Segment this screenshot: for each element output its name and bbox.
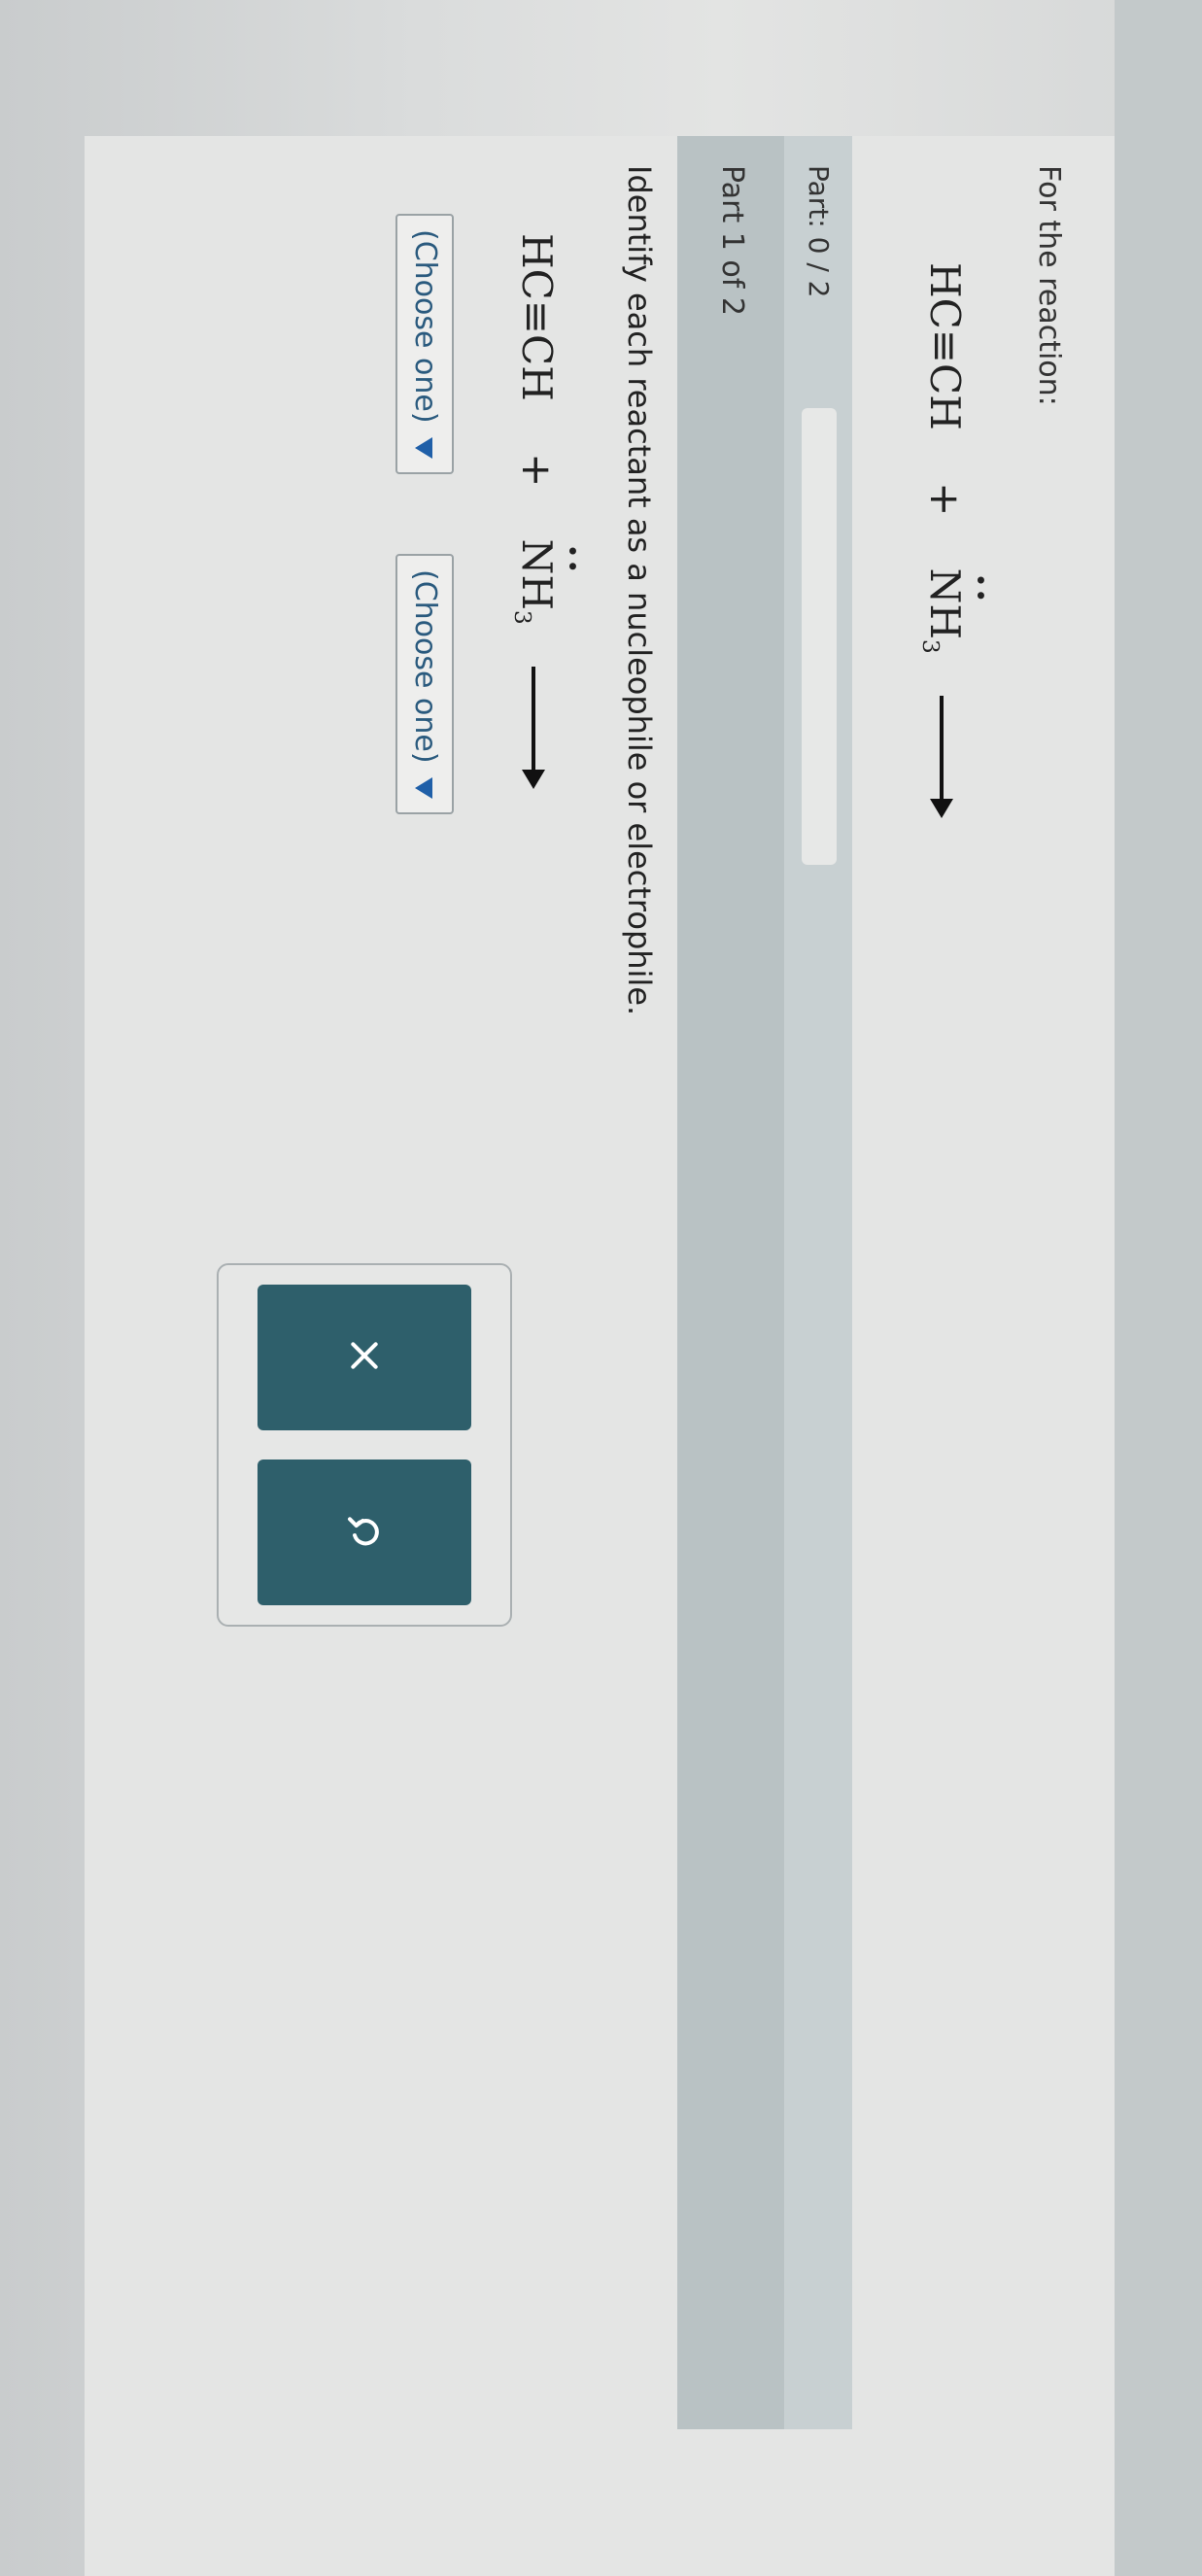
reaction-arrow (532, 667, 535, 784)
answer-actions (217, 1263, 512, 1627)
clear-button[interactable] (258, 1285, 471, 1430)
dropdown-value: (Choose one) (408, 569, 442, 764)
question-title: For the reaction: (1032, 165, 1066, 406)
x-icon (345, 1336, 384, 1379)
question-card: For the reaction: HC≡CH + •• NH3 Part: 0… (85, 136, 1115, 2576)
reactant2-role-dropdown[interactable]: (Choose one) (395, 554, 454, 814)
reactant-ammonia: •• NH3 (508, 538, 584, 625)
caret-down-icon (415, 436, 433, 459)
plus-sign: + (513, 453, 561, 488)
rotated-page: For the reaction: HC≡CH + •• NH3 Part: 0… (0, 0, 1202, 2576)
undo-icon (345, 1511, 384, 1554)
plus-sign: + (921, 482, 969, 517)
reactant1-role-dropdown[interactable]: (Choose one) (395, 214, 454, 474)
reactant-acetylene: HC≡CH (921, 262, 969, 430)
reactant-acetylene: HC≡CH (513, 233, 561, 401)
reaction-equation: HC≡CH + •• NH3 (916, 262, 992, 813)
part-reaction-equation: HC≡CH + •• NH3 (508, 233, 584, 784)
progress-label: Part: 0 / 2 (803, 165, 835, 298)
dropdown-value: (Choose one) (408, 229, 442, 424)
part-header: Part 1 of 2 (677, 136, 784, 2429)
part-title: Part 1 of 2 (715, 165, 749, 316)
lone-pair-dots: •• (969, 573, 992, 605)
reactant-ammonia: •• NH3 (916, 567, 992, 654)
progress-strip: Part: 0 / 2 (784, 136, 852, 2429)
reaction-arrow (940, 696, 944, 813)
lone-pair-dots: •• (561, 544, 584, 576)
top-strip (1115, 0, 1202, 2576)
progress-bar (802, 408, 837, 865)
undo-button[interactable] (258, 1460, 471, 1605)
caret-down-icon (415, 776, 433, 799)
instruction-text: Identify each reactant as a nucleophile … (621, 165, 658, 1016)
